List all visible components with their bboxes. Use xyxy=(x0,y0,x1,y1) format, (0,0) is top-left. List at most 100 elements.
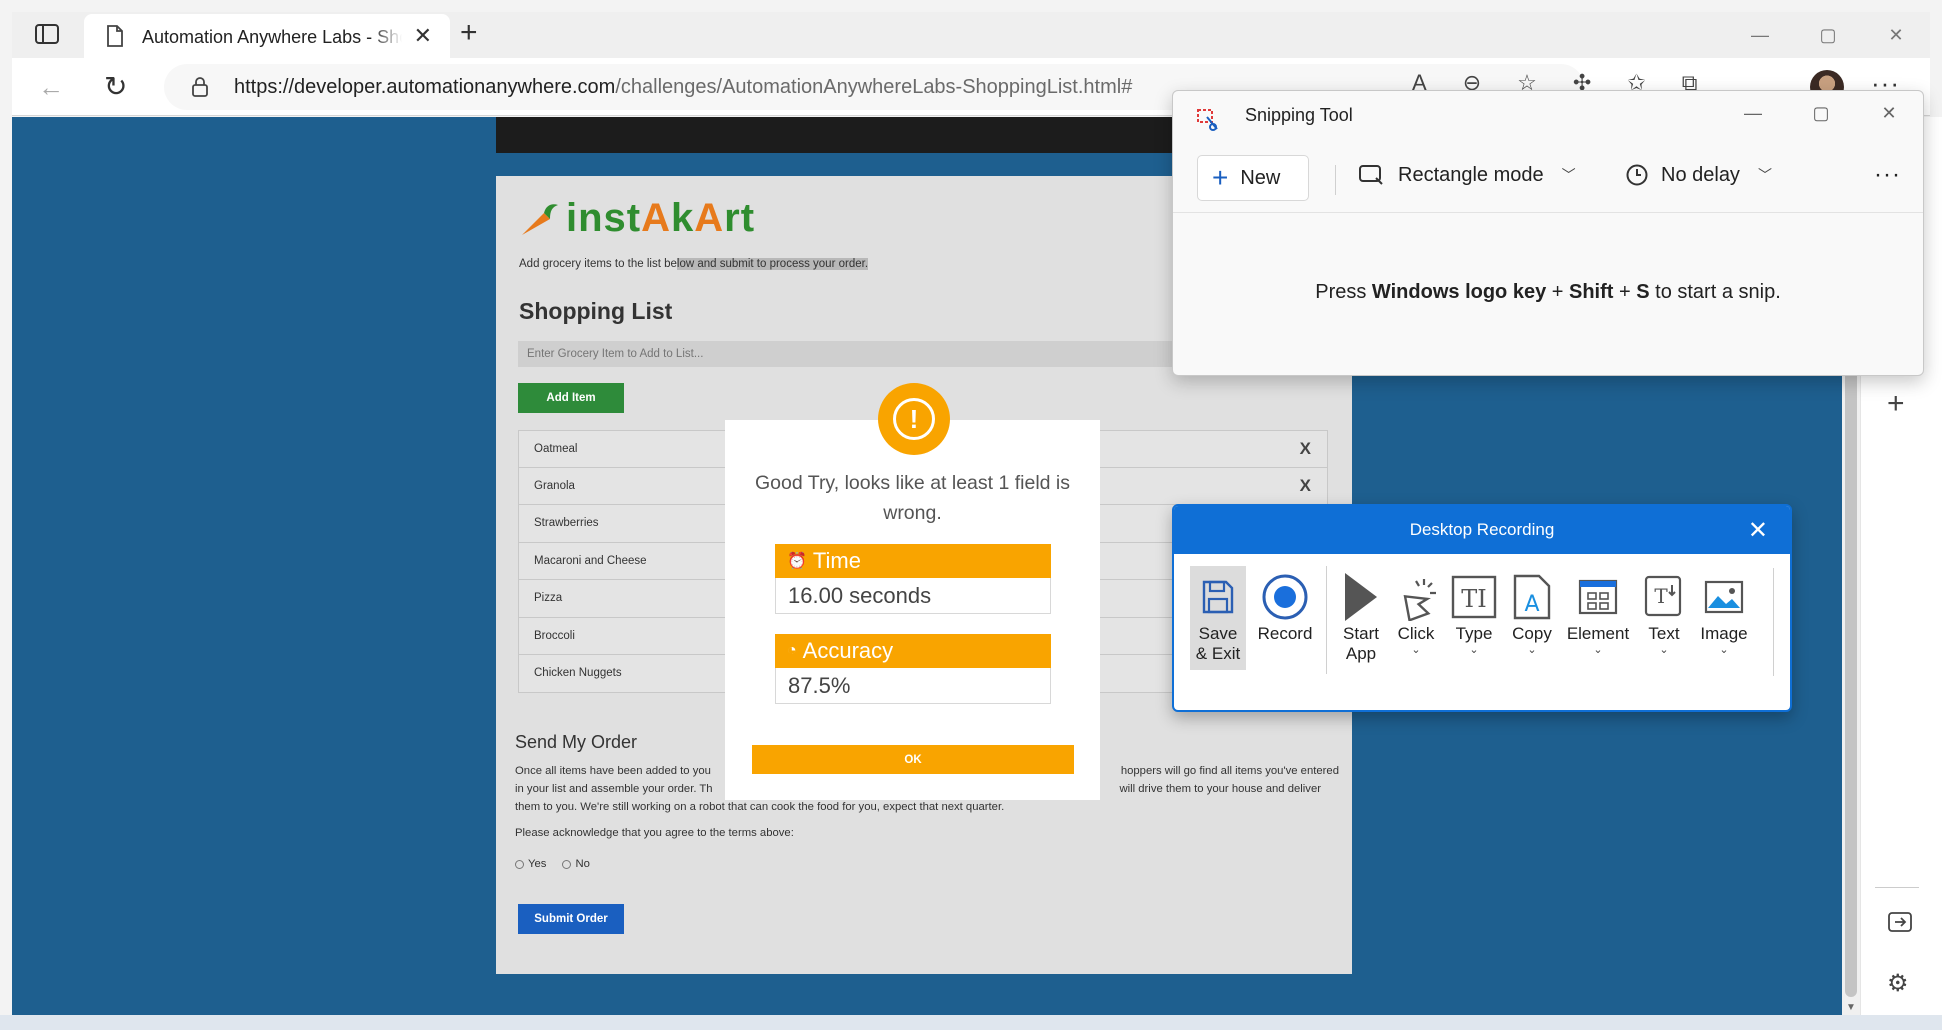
element-label: Element xyxy=(1566,624,1630,643)
image-button[interactable]: Image ⌄ xyxy=(1693,566,1755,674)
recording-title: Desktop Recording xyxy=(1409,520,1555,539)
desktop-recording-panel: Desktop Recording ✕ Save & Exit Record Sta… xyxy=(1172,504,1792,712)
ok-button[interactable]: OK xyxy=(752,745,1074,774)
tab-actions-icon xyxy=(35,24,59,44)
terms-radio-group: Yes No xyxy=(515,858,590,870)
new-snip-button[interactable]: + New xyxy=(1197,155,1309,201)
radio-yes-label: Yes xyxy=(528,858,547,870)
svg-text:A: A xyxy=(1524,592,1539,617)
snip-mode-label: Rectangle mode xyxy=(1398,163,1544,186)
acknowledge-text: Please acknowledge that you agree to the… xyxy=(515,827,794,839)
para-line-1-right: hoppers will go find all items you've en… xyxy=(1120,765,1339,777)
text-extract-icon: T xyxy=(1644,570,1684,624)
element-window-icon xyxy=(1578,570,1618,624)
copy-label: Copy xyxy=(1512,624,1552,643)
snipping-tool-app-icon xyxy=(1197,109,1218,131)
list-item-label: Macaroni and Cheese xyxy=(534,554,647,567)
close-window-button[interactable]: ✕ xyxy=(1862,12,1930,58)
instakart-logo: instAkArt xyxy=(518,196,755,241)
logo-text: instAkArt xyxy=(566,196,756,240)
page-subtitle: Add grocery items to the list below and … xyxy=(519,258,869,270)
para-line-1-left: Once all items have been added to you xyxy=(515,765,711,777)
save-icon xyxy=(1201,570,1235,624)
lock-icon[interactable] xyxy=(190,76,210,98)
snip-delay-dropdown[interactable]: No delay ﹀ xyxy=(1625,163,1772,187)
back-button[interactable]: ← xyxy=(38,72,64,103)
hint-key-windows: Windows logo key xyxy=(1371,281,1547,303)
remove-item-button[interactable]: X xyxy=(1300,476,1311,496)
subtitle-highlighted: low and submit to process your order. xyxy=(676,258,869,270)
sidebar-add-button[interactable]: + xyxy=(1887,387,1905,421)
accuracy-header: ◔ Accuracy xyxy=(775,634,1051,668)
radio-yes[interactable]: Yes xyxy=(515,858,546,870)
minimize-button[interactable]: — xyxy=(1726,12,1794,58)
image-picture-icon xyxy=(1704,570,1744,624)
snip-close-button[interactable]: ✕ xyxy=(1855,93,1923,133)
new-tab-button[interactable]: + xyxy=(460,18,478,48)
tab-title: Automation Anywhere Labs - Shopping List xyxy=(142,27,402,48)
settings-gear-icon[interactable]: ⚙ xyxy=(1887,969,1909,998)
radio-no-circle[interactable] xyxy=(562,859,572,869)
type-text-icon: TI xyxy=(1451,570,1497,624)
time-value: 16.00 seconds xyxy=(775,578,1051,614)
copy-button[interactable]: A Copy ⌄ xyxy=(1503,566,1561,674)
accuracy-stat: ◔ Accuracy 87.5% xyxy=(775,634,1051,704)
radio-no[interactable]: No xyxy=(562,858,590,870)
start-app-button[interactable]: Start App xyxy=(1335,566,1387,674)
click-label: Click xyxy=(1397,624,1435,643)
browser-tab-bar: Automation Anywhere Labs - Shopping List… xyxy=(12,12,1930,60)
remove-item-button[interactable]: X xyxy=(1300,439,1311,459)
record-label: Record xyxy=(1257,624,1313,643)
time-stat: ⏰ Time 16.00 seconds xyxy=(775,544,1051,614)
result-modal: Good Try, looks like at least 1 field is… xyxy=(725,420,1100,800)
hide-sidebar-icon[interactable] xyxy=(1887,911,1913,933)
snip-toolbar: + New Rectangle mode ﹀ No delay ﹀ ··· xyxy=(1173,143,1923,213)
scroll-down-arrow-icon[interactable]: ▼ xyxy=(1846,1002,1856,1013)
taskbar-edge xyxy=(0,1015,1942,1030)
hint-post: to start a snip. xyxy=(1649,281,1781,303)
recording-close-button[interactable]: ✕ xyxy=(1748,516,1768,545)
add-item-button[interactable]: Add Item xyxy=(518,383,624,413)
accuracy-value: 87.5% xyxy=(775,668,1051,704)
modal-message: Good Try, looks like at least 1 field is… xyxy=(754,472,1071,524)
browser-tab-active[interactable]: Automation Anywhere Labs - Shopping List… xyxy=(84,14,450,60)
tools-divider xyxy=(1326,566,1327,674)
start-app-label-1: Start xyxy=(1343,624,1379,643)
tab-close-button[interactable]: ✕ xyxy=(414,25,432,47)
hint-plus-1: + xyxy=(1546,281,1569,303)
submit-order-button[interactable]: Submit Order xyxy=(518,904,624,934)
cursor-click-icon xyxy=(1394,570,1438,624)
save-exit-label-2: & Exit xyxy=(1195,644,1241,663)
snip-mode-dropdown[interactable]: Rectangle mode ﹀ xyxy=(1358,163,1576,187)
list-item-label: Chicken Nuggets xyxy=(534,667,622,679)
click-button[interactable]: Click ⌄ xyxy=(1387,566,1445,674)
rectangle-mode-icon xyxy=(1359,165,1383,185)
record-button[interactable]: Record xyxy=(1252,566,1318,674)
snip-maximize-button[interactable]: ▢ xyxy=(1787,93,1855,133)
chevron-down-icon: ﹀ xyxy=(1757,167,1772,183)
screen: Automation Anywhere Labs - Shopping List… xyxy=(0,0,1942,1030)
maximize-button[interactable]: ▢ xyxy=(1794,12,1862,58)
snip-more-button[interactable]: ··· xyxy=(1874,161,1901,189)
scrollbar-thumb[interactable] xyxy=(1845,357,1857,997)
record-icon xyxy=(1260,570,1310,624)
hint-key-shift: Shift xyxy=(1569,281,1614,303)
recording-tools: Save & Exit Record Start App Click ⌄ TI Typ… xyxy=(1190,566,1755,674)
snip-minimize-button[interactable]: — xyxy=(1719,93,1787,133)
save-exit-button[interactable]: Save & Exit xyxy=(1190,566,1246,670)
text-button[interactable]: T Text ⌄ xyxy=(1635,566,1693,674)
hint-pre: Press xyxy=(1315,281,1372,303)
hint-key-s: S xyxy=(1636,281,1650,303)
send-order-heading: Send My Order xyxy=(515,732,638,752)
list-item-label: Granola xyxy=(534,479,575,492)
tab-actions-button[interactable] xyxy=(34,22,62,48)
para-line-3: them to you. We're still working on a ro… xyxy=(515,801,1005,813)
type-button[interactable]: TI Type ⌄ xyxy=(1445,566,1503,674)
radio-yes-circle[interactable] xyxy=(515,859,524,869)
svg-text:TI: TI xyxy=(1461,585,1487,613)
refresh-button[interactable]: ↻ xyxy=(104,70,127,103)
snipping-tool-window: Snipping Tool — ▢ ✕ + New Rectangle mode ﹀… xyxy=(1172,90,1924,376)
time-header: ⏰ Time xyxy=(775,544,1051,578)
element-button[interactable]: Element ⌄ xyxy=(1561,566,1635,674)
type-label: Type xyxy=(1455,624,1493,643)
